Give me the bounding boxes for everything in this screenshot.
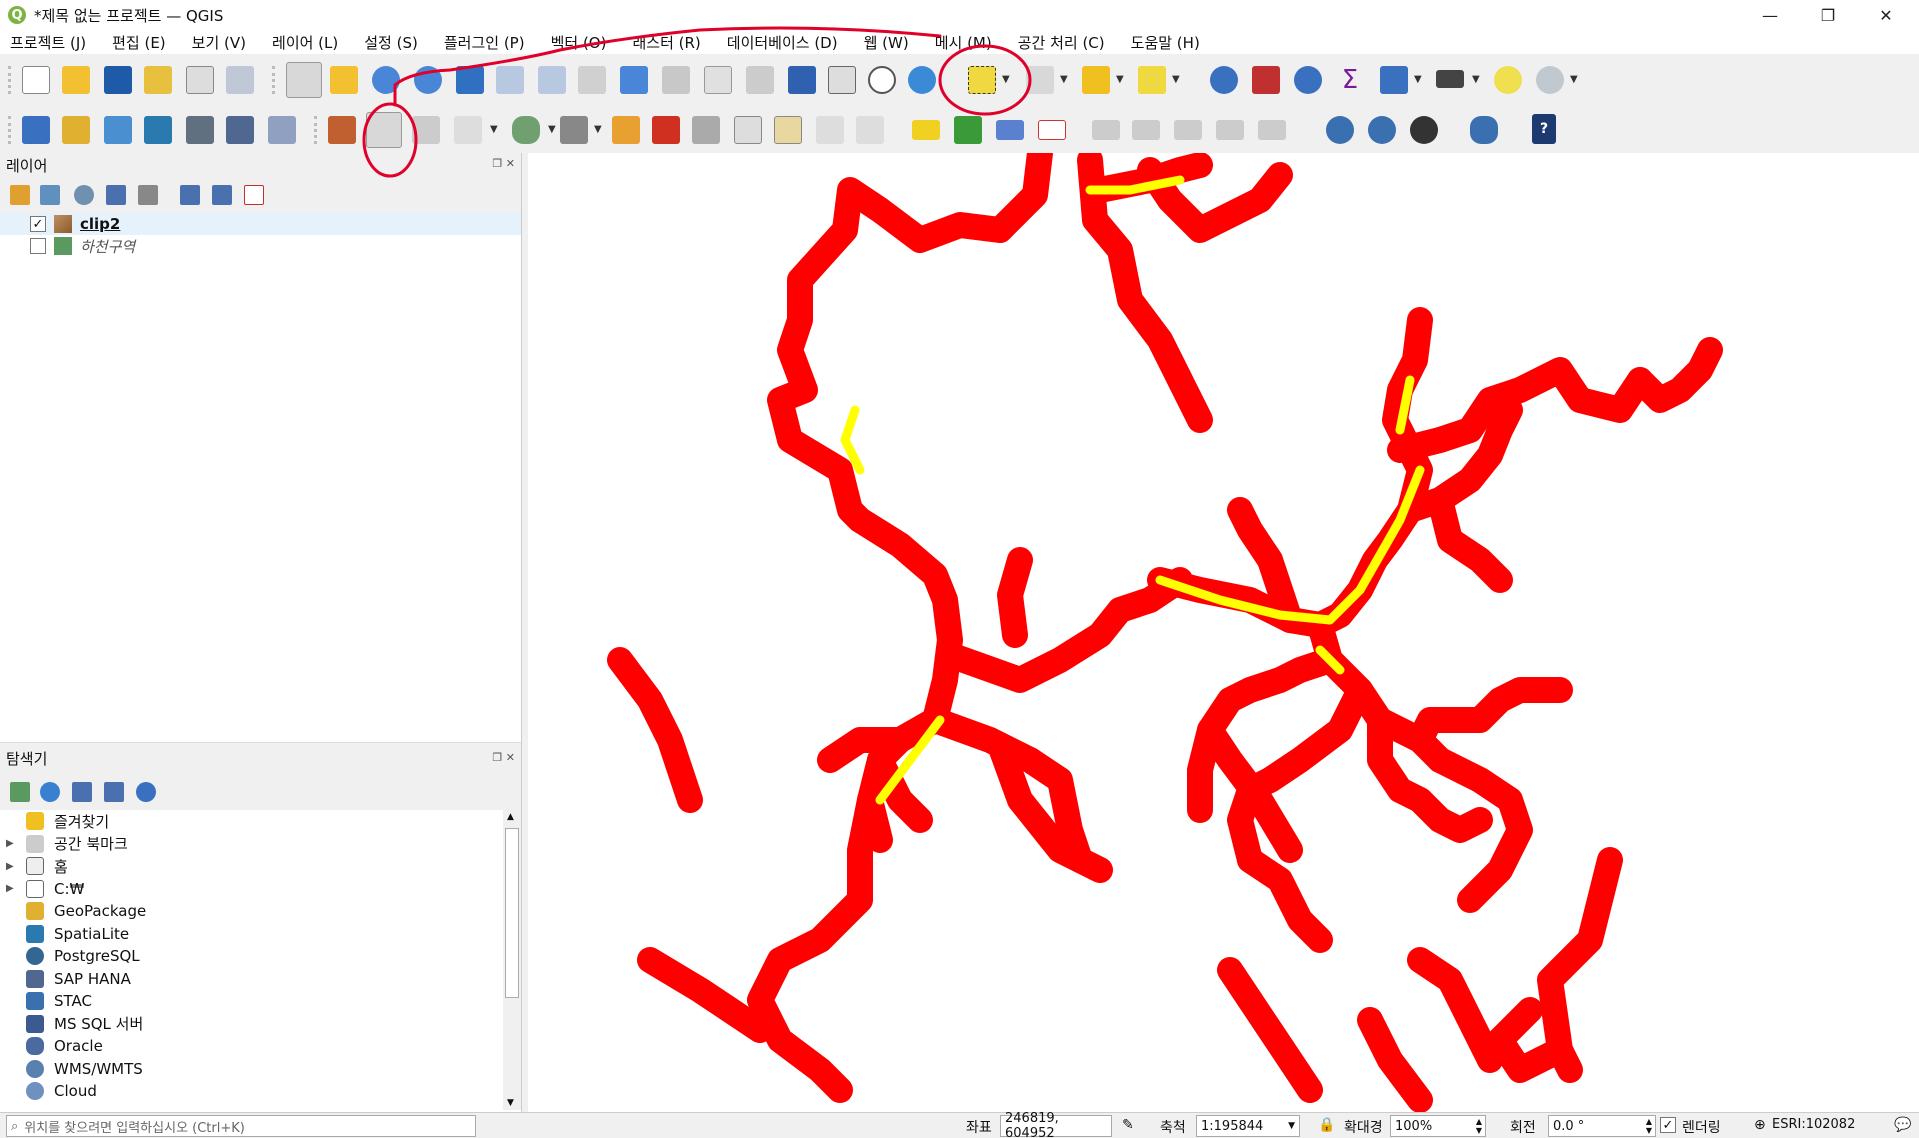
search-icon: ⌕ [11, 1118, 19, 1134]
coordinate-field[interactable]: 246819, 604952 [1000, 1111, 1112, 1138]
scale-combobox[interactable]: 1:195844 ▼ [1196, 1115, 1300, 1137]
status-bar: ⌕ 위치를 찾으려면 입력하십시오 (Ctrl+K) 좌표 246819, 60… [0, 1111, 1919, 1138]
red-annotation-strokes [362, 26, 1032, 178]
rotation-label: 회전 [1510, 1120, 1536, 1136]
annotation-connector-line [393, 26, 942, 107]
annotation-circle-select [938, 44, 1032, 116]
spin-arrows-icon[interactable]: ▲ ▼ [1646, 1117, 1652, 1135]
rotation-spinbox[interactable]: 0.0 ° ▲ ▼ [1548, 1115, 1656, 1137]
lock-scale-icon[interactable]: 🔒 [1318, 1117, 1335, 1133]
render-label: 렌더링 [1682, 1120, 1721, 1136]
coordinate-label: 좌표 [966, 1120, 992, 1136]
annotation-overlay [362, 26, 1032, 178]
magnifier-value: 100% [1395, 1118, 1433, 1134]
scale-label: 축척 [1160, 1120, 1186, 1136]
magnifier-label: 확대경 [1344, 1120, 1383, 1136]
locator-placeholder: 위치를 찾으려면 입력하십시오 (Ctrl+K) [24, 1120, 245, 1136]
qgis-window: { "window": { "title": "*제목 없는 프로젝트 — QG… [0, 0, 1919, 1138]
messages-icon[interactable]: 💬 [1894, 1117, 1911, 1133]
magnifier-spinbox[interactable]: 100% ▲ ▼ [1390, 1115, 1486, 1137]
chevron-down-icon[interactable]: ▼ [1288, 1121, 1295, 1131]
locator-search-input[interactable]: ⌕ 위치를 찾으려면 입력하십시오 (Ctrl+K) [6, 1115, 476, 1137]
annotation-circle-pencil [362, 102, 418, 178]
crs-globe-icon[interactable]: ⊕ [1754, 1117, 1766, 1133]
crs-label[interactable]: ESRI:102082 [1772, 1117, 1855, 1132]
render-checkbox[interactable]: ✓ [1660, 1117, 1676, 1133]
scale-value: 1:195844 [1201, 1118, 1264, 1134]
rotation-value: 0.0 ° [1553, 1118, 1585, 1134]
spin-arrows-icon[interactable]: ▲ ▼ [1476, 1117, 1482, 1135]
toggle-extents-icon[interactable]: ✎ [1122, 1117, 1140, 1135]
